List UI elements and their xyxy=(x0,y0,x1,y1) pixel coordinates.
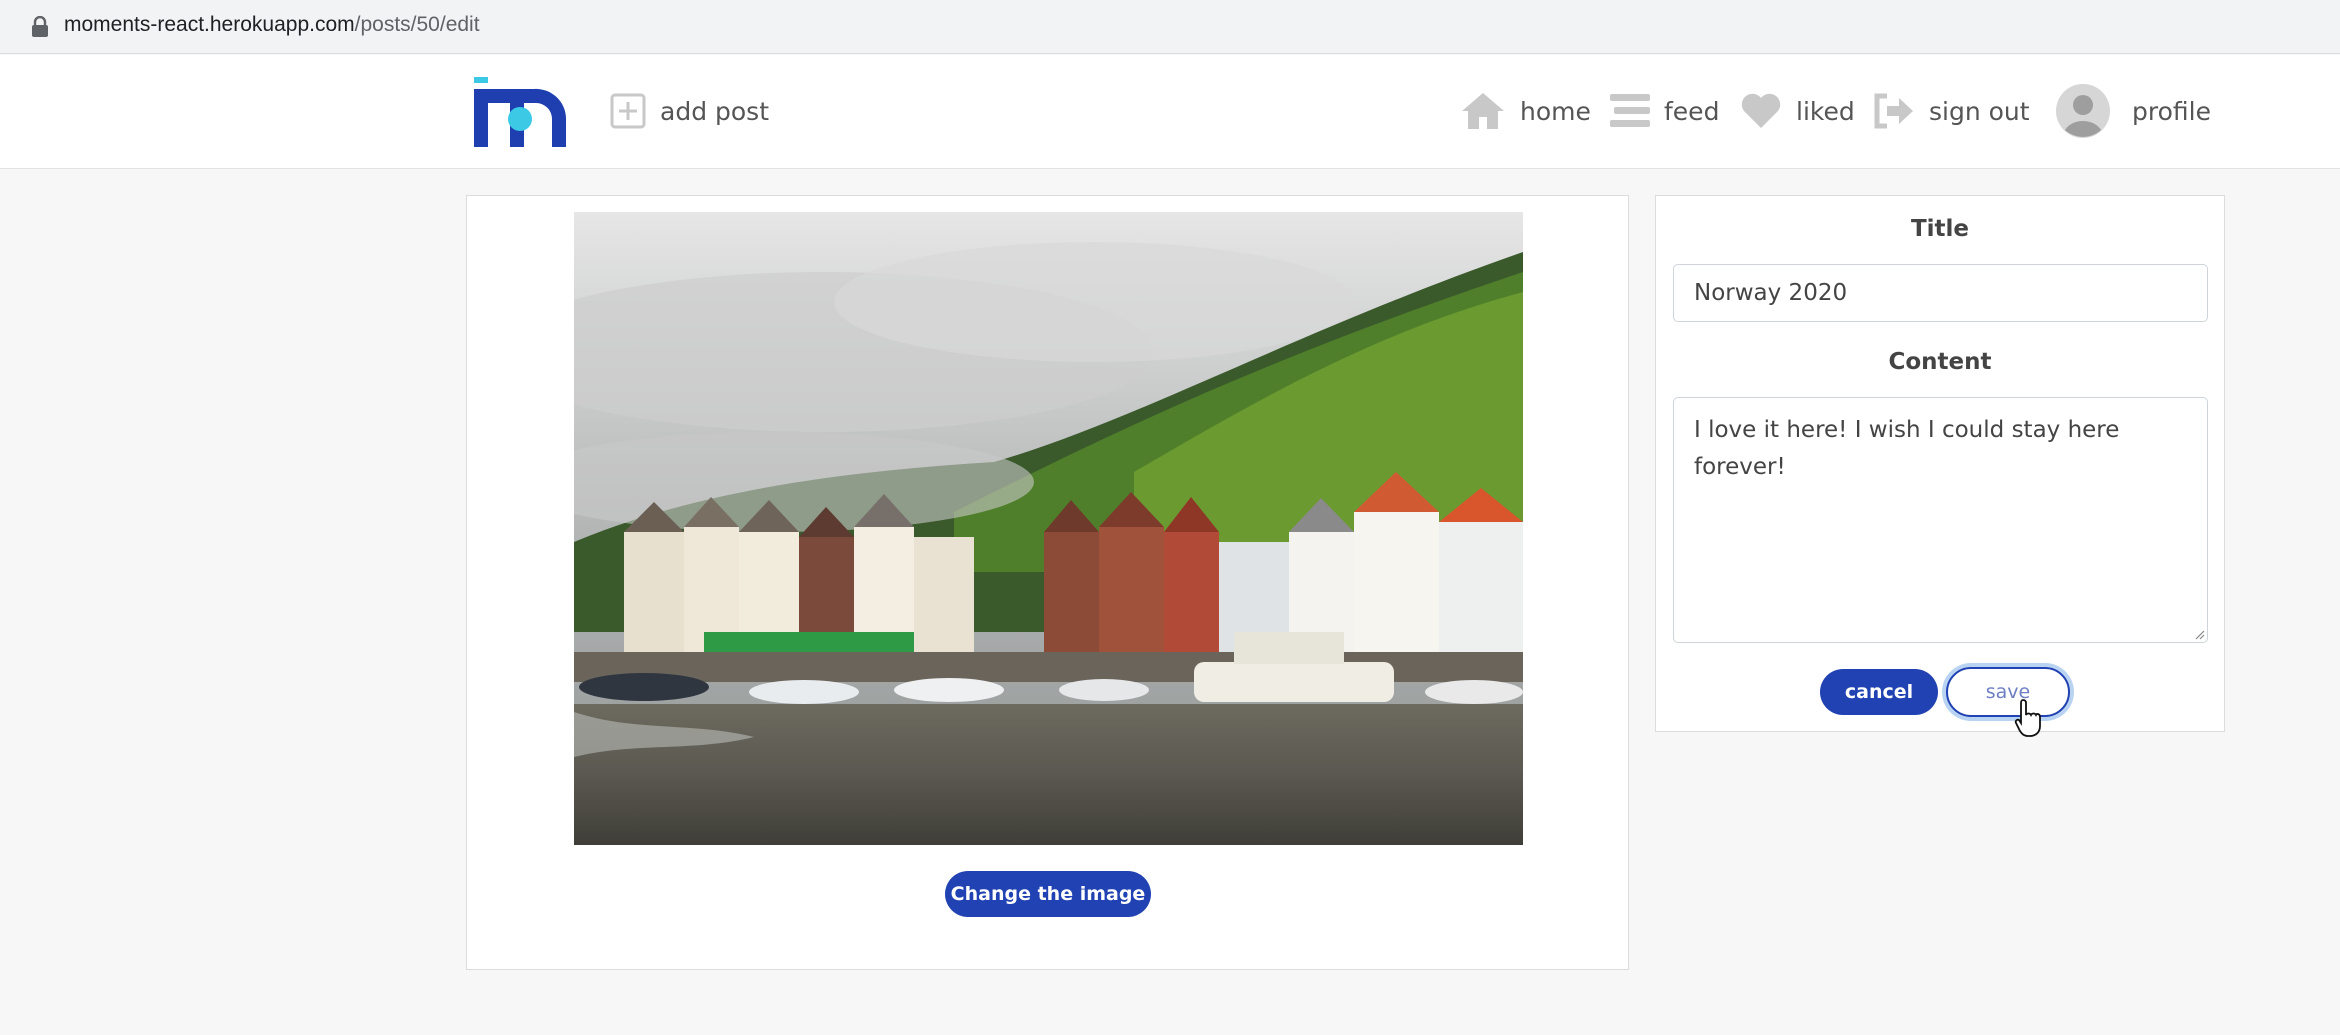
hand-pointer-icon xyxy=(2014,699,2041,737)
content-label: Content xyxy=(1888,349,1992,375)
navbar: add post home feed liked sign out profil… xyxy=(0,55,2340,169)
heart-icon xyxy=(1741,93,1781,128)
content-textarea[interactable]: I love it here! I wish I could stay here… xyxy=(1673,397,2208,643)
browser-address-bar[interactable]: moments-react.herokuapp.com/posts/50/edi… xyxy=(0,0,2340,54)
nav-feed[interactable]: feed xyxy=(1610,91,1719,131)
plus-square-icon xyxy=(610,93,646,129)
nav-feed-label: feed xyxy=(1664,96,1720,126)
url-host: moments-react.herokuapp.com xyxy=(64,13,355,36)
avatar xyxy=(2056,84,2110,138)
post-image xyxy=(574,212,1523,845)
nav-home[interactable]: home xyxy=(1460,91,1591,131)
change-image-button[interactable]: Change the image xyxy=(945,871,1151,917)
nav-add-post-label: add post xyxy=(660,96,769,126)
moments-logo[interactable] xyxy=(474,75,568,149)
url-path: /posts/50/edit xyxy=(354,13,480,36)
nav-profile[interactable]: profile xyxy=(2056,83,2211,139)
nav-liked[interactable]: liked xyxy=(1740,91,1855,131)
content-text: I love it here! I wish I could stay here… xyxy=(1694,417,2120,480)
nav-home-label: home xyxy=(1520,96,1591,126)
cancel-button[interactable]: cancel xyxy=(1820,669,1938,715)
nav-profile-label: profile xyxy=(2132,96,2211,126)
url-text[interactable]: moments-react.herokuapp.com/posts/50/edi… xyxy=(64,13,480,37)
nav-add-post[interactable]: add post xyxy=(610,91,769,131)
nav-sign-out-label: sign out xyxy=(1929,96,2030,126)
nav-sign-out[interactable]: sign out xyxy=(1873,91,2030,131)
nav-liked-label: liked xyxy=(1796,96,1855,126)
lock-icon xyxy=(32,16,48,37)
title-input[interactable]: Norway 2020 xyxy=(1673,264,2208,322)
save-button[interactable]: save xyxy=(1946,667,2070,717)
stream-icon xyxy=(1610,94,1650,127)
sign-out-icon xyxy=(1874,93,1913,129)
home-icon xyxy=(1462,93,1504,129)
image-panel: Change the image xyxy=(466,195,1629,970)
title-label: Title xyxy=(1910,216,1970,242)
post-edit-form: Title Norway 2020 Content I love it here… xyxy=(1655,195,2225,732)
resize-handle-icon[interactable] xyxy=(2193,628,2205,640)
